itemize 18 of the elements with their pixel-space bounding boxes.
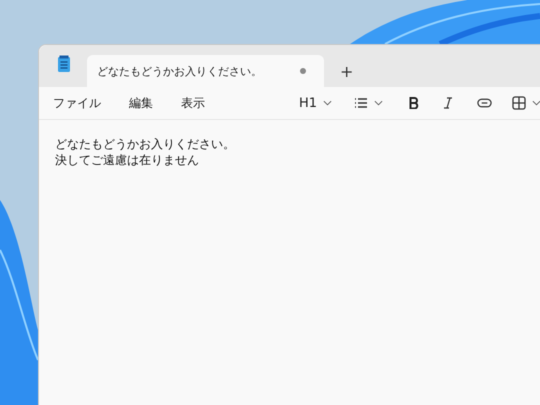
chevron-down-icon <box>323 100 332 106</box>
link-icon[interactable] <box>477 98 492 108</box>
menu-item[interactable]: 表示 <box>175 92 211 114</box>
unsaved-dot-icon <box>300 68 306 74</box>
notepad-icon <box>57 55 71 73</box>
italic-icon[interactable] <box>443 97 453 109</box>
new-tab-button[interactable]: + <box>336 62 358 81</box>
document-text-line: 決してご遠慮は在りません <box>55 152 200 168</box>
chevron-down-icon <box>374 100 383 106</box>
table-icon <box>512 96 526 110</box>
menu-item[interactable]: 編集 <box>123 92 159 114</box>
bulleted-list-icon <box>354 97 368 109</box>
document-text-line: どなたもどうかお入りください。 <box>55 136 236 152</box>
chevron-down-icon <box>532 100 540 106</box>
menu-item[interactable]: ファイル <box>47 92 107 114</box>
bold-icon[interactable] <box>409 97 419 109</box>
heading-dropdown[interactable]: H1 <box>292 92 338 114</box>
document-tab[interactable]: どなたもどうかお入りください。 <box>87 55 324 87</box>
